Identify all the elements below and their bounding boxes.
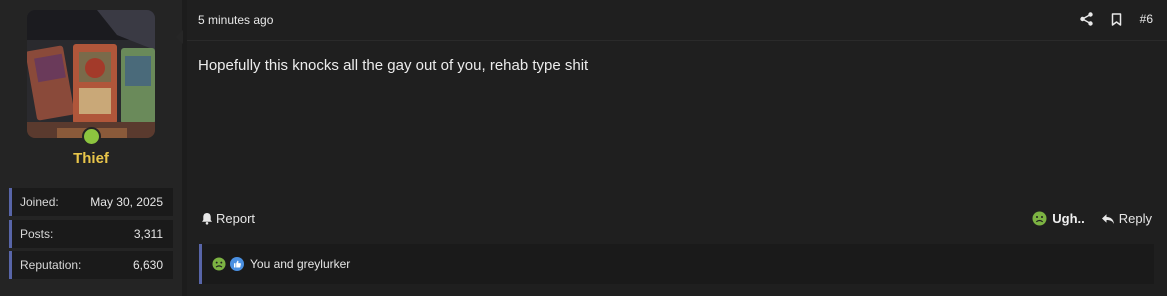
reaction-button[interactable]: Ugh..	[1032, 211, 1085, 226]
avatar[interactable]	[27, 10, 155, 138]
right-actions: Ugh.. Reply	[1032, 211, 1152, 226]
sick-face-icon	[1032, 211, 1047, 226]
user-sidebar: Thief Joined: May 30, 2025 Posts: 3,311 …	[0, 0, 182, 296]
online-status-indicator	[82, 127, 101, 146]
sick-reaction-icon	[212, 257, 226, 271]
post-actions: Report Ugh.. Reply	[187, 208, 1167, 230]
header-tools: #6	[1080, 11, 1153, 27]
post-number[interactable]: #6	[1140, 12, 1153, 26]
stat-label: Posts:	[20, 227, 54, 241]
stat-value: May 30, 2025	[90, 195, 163, 209]
stat-value: 3,311	[133, 227, 163, 241]
message-pointer	[176, 30, 183, 44]
like-reaction-icon	[230, 257, 244, 271]
reply-label: Reply	[1118, 211, 1152, 226]
post-main: 5 minutes ago #6 Hopefully this knocks a…	[187, 0, 1167, 296]
post-container: Thief Joined: May 30, 2025 Posts: 3,311 …	[0, 0, 1167, 296]
reaction-label: Ugh..	[1052, 211, 1085, 226]
stat-value: 6,630	[132, 258, 163, 272]
post-body: Hopefully this knocks all the gay out of…	[198, 57, 589, 74]
avatar-image	[27, 10, 155, 138]
post-timestamp[interactable]: 5 minutes ago	[198, 13, 273, 27]
bookmark-icon[interactable]	[1110, 11, 1124, 27]
avatar-wrap[interactable]	[27, 10, 155, 146]
reply-arrow-icon	[1101, 213, 1114, 224]
reply-button[interactable]: Reply	[1101, 211, 1152, 226]
bell-icon	[202, 213, 212, 225]
reactions-bar[interactable]: You and greylurker	[199, 244, 1154, 284]
report-button[interactable]: Report	[201, 211, 255, 226]
share-icon[interactable]	[1080, 11, 1094, 27]
username[interactable]: Thief	[0, 150, 182, 167]
report-label: Report	[216, 211, 256, 226]
stat-label: Joined:	[20, 195, 59, 209]
reactions-summary[interactable]: You and greylurker	[250, 257, 350, 271]
stat-joined: Joined: May 30, 2025	[9, 188, 173, 216]
stat-posts: Posts: 3,311	[9, 220, 173, 248]
stat-reputation: Reputation: 6,630	[9, 251, 173, 279]
post-header: 5 minutes ago #6	[187, 0, 1167, 41]
stat-label: Reputation:	[20, 258, 82, 272]
